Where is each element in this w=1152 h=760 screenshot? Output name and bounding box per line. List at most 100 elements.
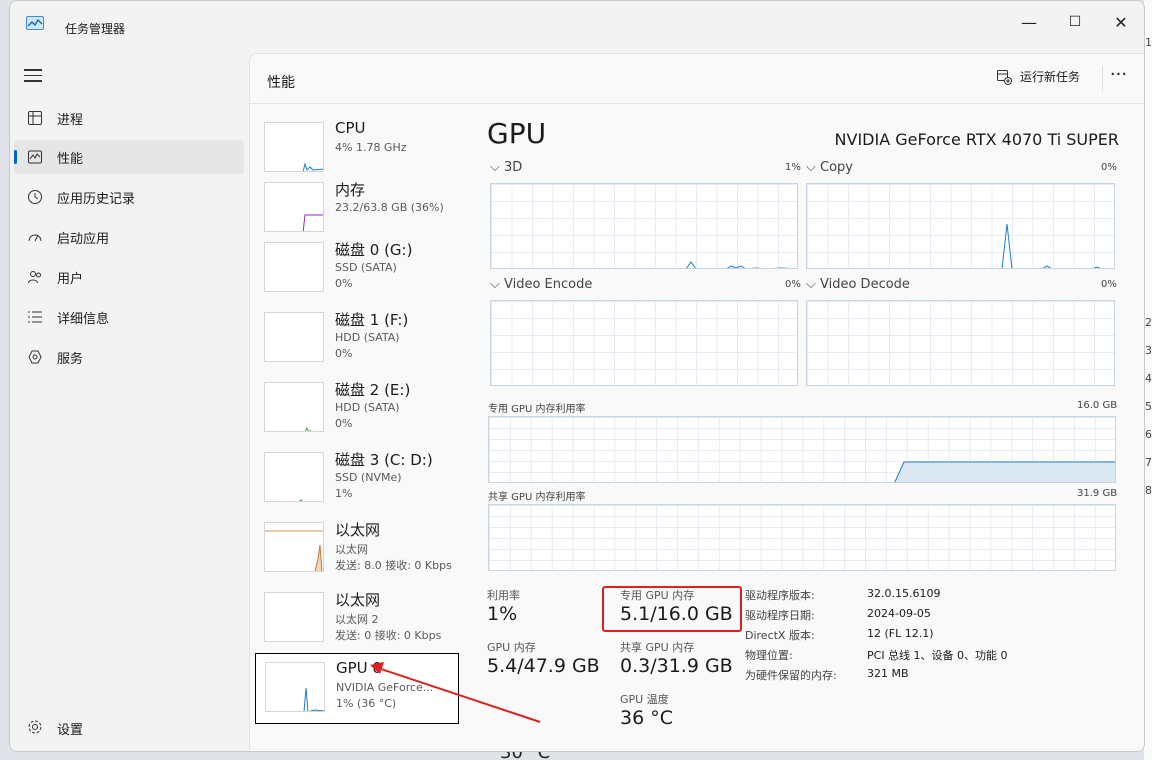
gpu-heading: GPU: [487, 117, 547, 150]
device-name: CPU: [335, 119, 366, 137]
device-detail: 以太网 2: [335, 613, 379, 626]
chevron-down-icon: ⌵: [806, 160, 816, 175]
utilization-label: 利用率: [487, 589, 520, 602]
settings-label: 设置: [57, 723, 84, 738]
chevron-down-icon: ⌵: [490, 277, 500, 292]
gpu-memory-value: 5.4/47.9 GB: [487, 655, 600, 677]
close-button[interactable]: ✕: [1098, 7, 1144, 37]
device-item-disk-3[interactable]: 磁盘 3 (C: D:) SSD (NVMe) 1%: [255, 444, 458, 514]
nav-item-startup-apps[interactable]: 启动应用: [14, 220, 244, 254]
hamburger-menu-icon[interactable]: [24, 69, 42, 86]
engine-selector-video-decode[interactable]: ⌵ Video Decode: [806, 277, 910, 292]
device-detail: 0%: [335, 417, 353, 430]
device-item-disk-1[interactable]: 磁盘 1 (F:) HDD (SATA) 0%: [255, 304, 458, 374]
device-name: 内存: [335, 181, 366, 199]
graph-dedicated-memory: [488, 416, 1116, 483]
engine-label: 3D: [504, 160, 523, 175]
engine-percent: 0%: [1101, 279, 1117, 290]
driver-date: 2024-09-05: [867, 607, 931, 620]
settings-button[interactable]: 设置: [14, 715, 244, 739]
driver-version: 32.0.15.6109: [867, 587, 941, 600]
engine-selector-copy[interactable]: ⌵ Copy: [806, 160, 853, 175]
nav-label: 服务: [57, 351, 84, 367]
disk-thumbnail: [264, 382, 324, 432]
nav-item-processes[interactable]: 进程: [14, 101, 244, 135]
device-item-ethernet-1[interactable]: 以太网 以太网 发送: 8.0 接收: 0 Kbps: [255, 514, 458, 584]
device-name: 以太网: [335, 591, 381, 609]
bg-digit: 2: [1145, 316, 1152, 329]
graph-shared-memory: [488, 504, 1116, 571]
bg-digit: 6: [1145, 428, 1152, 441]
device-detail: 4% 1.78 GHz: [335, 141, 407, 154]
info-key: DirectX 版本:: [745, 629, 815, 642]
bg-digit: 1: [1145, 36, 1152, 49]
directx-version: 12 (FL 12.1): [867, 627, 934, 640]
engine-selector-3d[interactable]: ⌵ 3D: [490, 160, 522, 175]
device-detail: SSD (NVMe): [335, 471, 402, 484]
engine-label: Video Decode: [820, 277, 910, 292]
nav-label: 用户: [57, 271, 84, 287]
device-item-ethernet-2[interactable]: 以太网 以太网 2 发送: 0 接收: 0 Kbps: [255, 584, 458, 654]
device-detail: 0%: [335, 347, 353, 360]
processes-icon: [26, 109, 44, 127]
ethernet-thumbnail: [264, 522, 324, 572]
divider: [250, 103, 1144, 104]
disk-thumbnail: [264, 452, 324, 502]
performance-icon: [26, 148, 44, 166]
engine-percent: 1%: [785, 162, 801, 173]
shared-memory-label: 共享 GPU 内存利用率: [488, 492, 586, 503]
maximize-button[interactable]: ☐: [1052, 7, 1098, 37]
gpu-temperature-value: 36 °C: [620, 707, 673, 729]
run-new-task-button[interactable]: 运行新任务: [996, 68, 1080, 85]
dedicated-memory-max: 16.0 GB: [1077, 400, 1118, 411]
more-options-button[interactable]: ···: [1102, 66, 1134, 92]
device-name: 磁盘 3 (C: D:): [335, 451, 433, 469]
nav-item-details[interactable]: 详细信息: [14, 300, 244, 334]
highlight-box: [602, 586, 742, 632]
gpu-temperature-label: GPU 温度: [620, 693, 669, 706]
nav-label: 应用历史记录: [57, 191, 136, 207]
shared-memory-max: 31.9 GB: [1077, 488, 1118, 499]
nav-item-performance[interactable]: 性能: [14, 140, 244, 174]
device-detail: 23.2/63.8 GB (36%): [335, 201, 444, 214]
device-detail: HDD (SATA): [335, 331, 400, 344]
shared-memory-stat-label: 共享 GPU 内存: [620, 641, 695, 654]
minimize-button[interactable]: —: [1006, 7, 1052, 37]
shared-memory-stat-value: 0.3/31.9 GB: [620, 655, 733, 677]
nav-item-app-history[interactable]: 应用历史记录: [14, 180, 244, 214]
bg-digit: 7: [1145, 456, 1152, 469]
window-title: 任务管理器: [65, 22, 126, 36]
cpu-thumbnail: [264, 122, 324, 172]
device-name: 磁盘 2 (E:): [335, 381, 411, 399]
device-detail: 1%: [335, 487, 353, 500]
info-key: 物理位置:: [745, 649, 793, 662]
memory-thumbnail: [264, 182, 324, 232]
gpu-thumbnail: [265, 662, 325, 712]
sidebar: 进程 性能 应用历史记录 启动应用 用户 详细信息 服务 设置: [10, 51, 250, 751]
engine-selector-video-encode[interactable]: ⌵ Video Encode: [490, 277, 592, 292]
run-task-label: 运行新任务: [1020, 70, 1081, 84]
gpu-model-name: NVIDIA GeForce RTX 4070 Ti SUPER: [834, 130, 1119, 149]
utilization-value: 1%: [487, 603, 518, 625]
nav-item-users[interactable]: 用户: [14, 260, 244, 294]
startup-apps-icon: [26, 228, 44, 246]
bg-digit: 4: [1145, 372, 1152, 385]
info-key: 驱动程序版本:: [745, 589, 815, 602]
engine-label: Video Encode: [504, 277, 593, 292]
disk-thumbnail: [264, 242, 324, 292]
graph-video-decode: [806, 300, 1115, 386]
device-name: 磁盘 0 (G:): [335, 241, 413, 259]
disk-thumbnail: [264, 312, 324, 362]
graph-video-encode: [490, 300, 798, 386]
device-item-disk-0[interactable]: 磁盘 0 (G:) SSD (SATA) 0%: [255, 234, 458, 304]
nav-item-services[interactable]: 服务: [14, 340, 244, 374]
device-detail: 发送: 0 接收: 0 Kbps: [335, 629, 442, 642]
graph-copy: [806, 183, 1115, 269]
device-detail: 0%: [335, 277, 353, 290]
device-item-disk-2[interactable]: 磁盘 2 (E:) HDD (SATA) 0%: [255, 374, 458, 444]
device-detail: HDD (SATA): [335, 401, 400, 414]
page-title: 性能: [267, 75, 295, 91]
task-manager-app-icon: [26, 16, 44, 30]
nav-label: 进程: [57, 112, 84, 128]
title-bar[interactable]: 任务管理器 — ☐ ✕: [10, 1, 1144, 41]
